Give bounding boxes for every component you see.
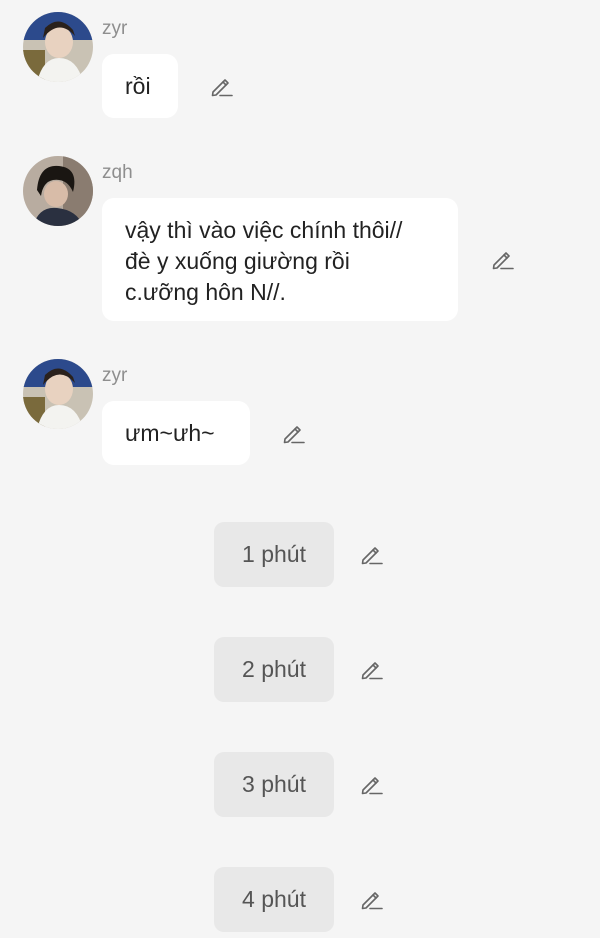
pencil-edit-icon[interactable] bbox=[281, 420, 307, 446]
message-text-line: đè y xuống giường rồi bbox=[125, 248, 350, 274]
message-bubble[interactable]: rồi bbox=[102, 54, 178, 118]
sender-name: zyr bbox=[102, 365, 128, 386]
pencil-edit-icon[interactable] bbox=[359, 886, 385, 912]
message-text-line: ưm~ưh~ bbox=[125, 420, 215, 446]
avatar[interactable] bbox=[23, 359, 93, 429]
message-text-line: c.ưỡng hôn N//. bbox=[125, 279, 286, 305]
time-chip[interactable]: 1 phút bbox=[214, 522, 334, 587]
pencil-edit-icon[interactable] bbox=[490, 246, 516, 272]
sender-name: zqh bbox=[102, 162, 133, 183]
message-text-line: rồi bbox=[125, 73, 151, 99]
message-bubble[interactable]: ưm~ưh~ bbox=[102, 401, 250, 465]
message-text-line: vậy thì vào việc chính thôi// bbox=[125, 217, 403, 243]
avatar[interactable] bbox=[23, 156, 93, 226]
message-bubble[interactable]: vậy thì vào việc chính thôi// đè y xuống… bbox=[102, 198, 458, 321]
time-chip[interactable]: 3 phút bbox=[214, 752, 334, 817]
pencil-edit-icon[interactable] bbox=[359, 656, 385, 682]
sender-name: zyr bbox=[102, 18, 128, 39]
time-chip[interactable]: 2 phút bbox=[214, 637, 334, 702]
time-chip[interactable]: 4 phút bbox=[214, 867, 334, 932]
avatar[interactable] bbox=[23, 12, 93, 82]
pencil-edit-icon[interactable] bbox=[359, 771, 385, 797]
pencil-edit-icon[interactable] bbox=[209, 73, 235, 99]
pencil-edit-icon[interactable] bbox=[359, 541, 385, 567]
